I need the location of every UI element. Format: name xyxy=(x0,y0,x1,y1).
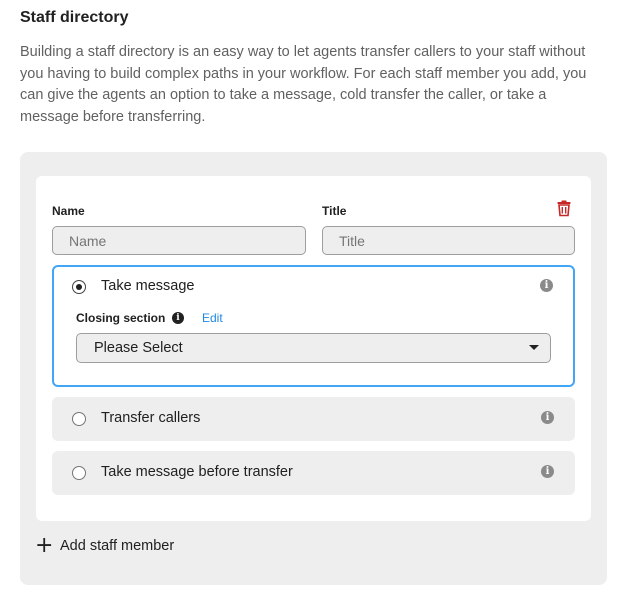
take-message-radio[interactable] xyxy=(72,280,86,294)
option-label: Take message xyxy=(101,278,195,294)
caret-down-icon xyxy=(529,345,539,350)
take-message-before-transfer-radio[interactable] xyxy=(72,466,86,480)
option-transfer-callers[interactable]: Transfer callers i xyxy=(52,397,575,441)
name-input[interactable] xyxy=(52,226,306,255)
info-icon[interactable]: i xyxy=(541,411,554,424)
plus-icon: + xyxy=(35,533,54,558)
edit-closing-link[interactable]: Edit xyxy=(202,311,223,325)
info-icon[interactable]: i xyxy=(540,279,553,292)
page-description: Building a staff directory is an easy wa… xyxy=(20,44,587,125)
add-staff-member-label: Add staff member xyxy=(60,538,175,554)
option-label: Take message before transfer xyxy=(101,464,293,480)
closing-section-label: Closing section xyxy=(76,311,166,325)
delete-staff-button[interactable] xyxy=(555,199,573,217)
select-value: Please Select xyxy=(94,340,183,356)
transfer-callers-radio[interactable] xyxy=(72,412,86,426)
title-label: Title xyxy=(322,204,347,218)
info-icon[interactable]: i xyxy=(541,465,554,478)
title-input[interactable] xyxy=(322,226,575,255)
trash-icon xyxy=(557,200,571,217)
closing-section-info-icon[interactable]: i xyxy=(172,312,184,324)
option-label: Transfer callers xyxy=(101,410,201,426)
page-title: Staff directory xyxy=(20,9,129,26)
option-take-message[interactable]: Take message i Closing section i Edit Pl… xyxy=(52,265,575,387)
staff-member-card: Name Title Take message i Closing sectio… xyxy=(36,176,591,521)
closing-section-select[interactable]: Please Select xyxy=(76,333,551,363)
option-take-message-before-transfer[interactable]: Take message before transfer i xyxy=(52,451,575,495)
name-label: Name xyxy=(52,204,85,218)
staff-directory-panel: Name Title Take message i Closing sectio… xyxy=(20,152,607,585)
